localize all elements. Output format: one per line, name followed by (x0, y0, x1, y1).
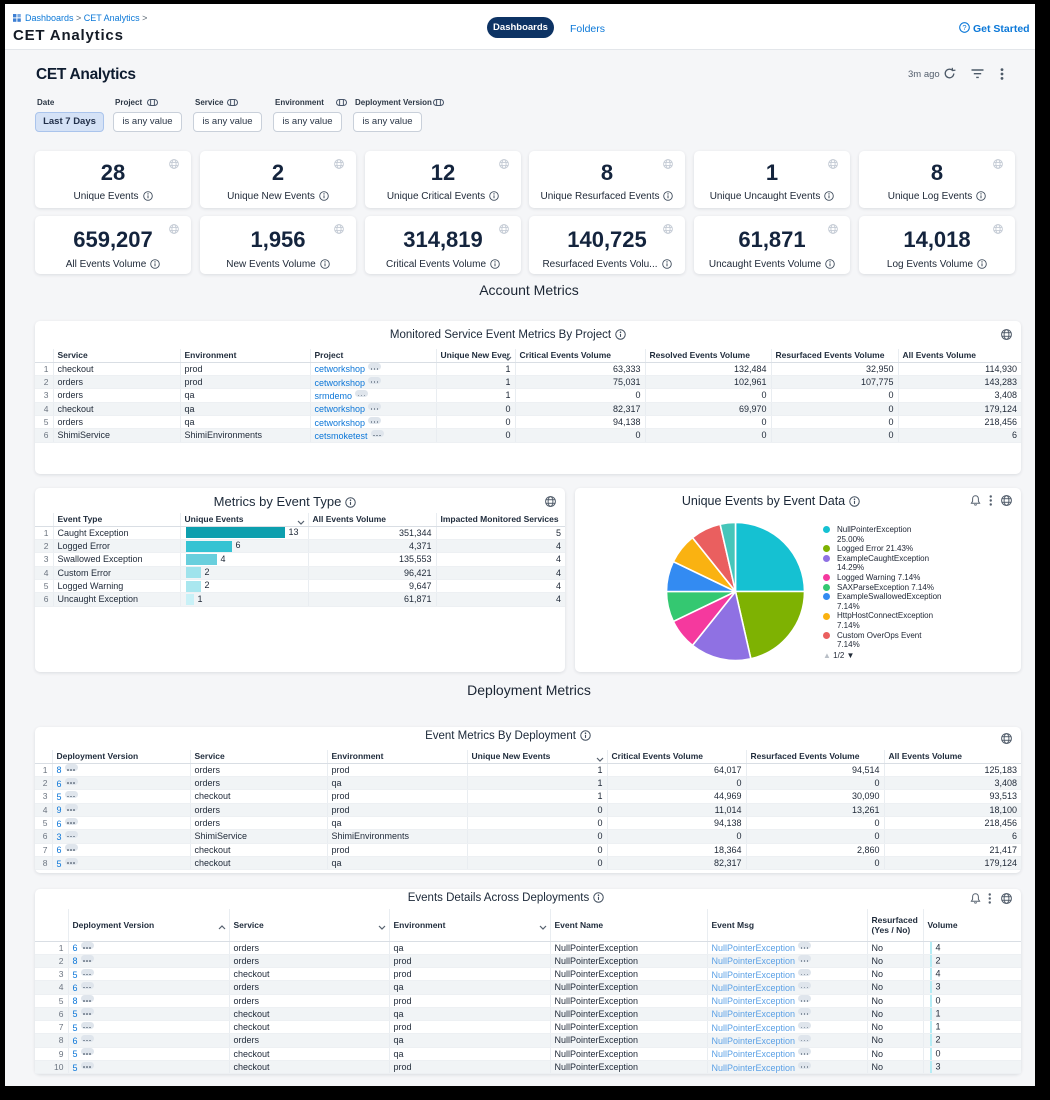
svg-text:?: ? (962, 23, 966, 32)
